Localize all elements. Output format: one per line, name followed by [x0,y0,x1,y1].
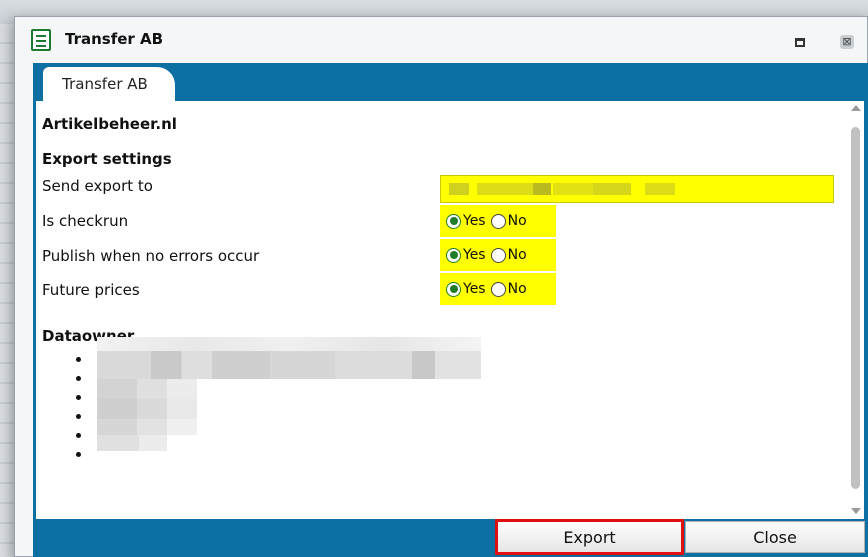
page-heading: Artikelbeheer.nl [42,115,177,133]
close-button[interactable]: Close [685,521,865,553]
is-checkrun-yes-radio[interactable] [446,213,461,229]
radio-label-no: No [507,247,527,263]
dialog-window: Transfer AB ⊠ Transfer AB Artikelbeheer.… [14,16,868,557]
publish-no-errors-radio-group: Yes No [440,239,556,271]
publish-no-errors-label: Publish when no errors occur [42,247,260,265]
vertical-scrollbar[interactable] [847,101,864,519]
content-frame: Transfer AB Artikelbeheer.nl Export sett… [33,63,868,557]
tab-transfer-ab[interactable]: Transfer AB [43,67,175,101]
export-button[interactable]: Export [495,519,684,555]
future-prices-no-radio[interactable] [490,281,506,297]
send-export-to-input[interactable] [440,175,834,203]
scroll-down-arrow-icon[interactable] [851,508,861,514]
window-title: Transfer AB [65,30,164,48]
radio-label-no: No [507,281,527,297]
form-icon [31,29,51,51]
radio-label-yes: Yes [463,213,486,229]
close-window-button[interactable]: ⊠ [840,35,854,49]
maximize-icon [795,37,805,47]
send-export-to-label: Send export to [42,177,153,195]
publish-no-errors-no-radio[interactable] [490,247,506,263]
future-prices-yes-radio[interactable] [446,281,461,297]
close-icon: ⊠ [842,35,852,48]
maximize-button[interactable] [793,35,807,49]
publish-no-errors-yes-radio[interactable] [446,247,461,263]
content-panel: Artikelbeheer.nl Export settings Send ex… [36,101,864,519]
radio-label-yes: Yes [463,281,486,297]
scrollbar-thumb[interactable] [851,127,860,489]
future-prices-radio-group: Yes No [440,273,556,305]
scroll-up-arrow-icon[interactable] [851,105,861,111]
radio-label-no: No [507,213,527,229]
radio-label-yes: Yes [463,247,486,263]
export-settings-title: Export settings [42,150,172,168]
title-bar[interactable]: Transfer AB ⊠ [15,17,867,63]
is-checkrun-label: Is checkrun [42,212,129,230]
is-checkrun-no-radio[interactable] [490,213,506,229]
is-checkrun-radio-group: Yes No [440,205,556,237]
future-prices-label: Future prices [42,281,140,299]
